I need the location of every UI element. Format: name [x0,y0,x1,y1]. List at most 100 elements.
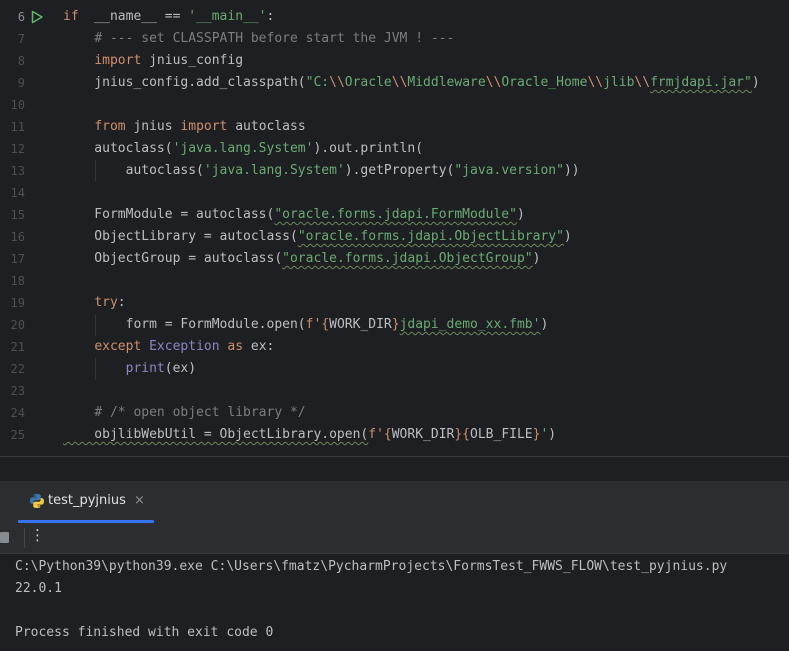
line-number: 6 [17,10,25,24]
line-number: 19 [10,296,25,310]
code-token: FormModule = autoclass( [63,207,275,222]
code-text: objlibWebUtil = ObjectLibrary.open(f'{WO… [63,424,556,446]
code-token: )) [563,163,580,178]
code-token: autoclass( [63,163,204,178]
code-token: \\ [329,75,345,90]
code-line: 6 if __name__ == '__main__': [0,6,789,28]
code-token: # --- set CLASSPATH before start the JVM… [94,31,455,46]
code-token: Oracle [344,75,392,90]
code-token: \\ [634,75,651,90]
code-token: ) [563,229,572,244]
code-text: ObjectGroup = autoclass("oracle.forms.jd… [63,248,540,270]
code-token: ) [548,427,557,442]
line-number: 9 [17,76,25,90]
code-line: 9 jnius_config.add_classpath("C:\\Oracle… [0,72,789,94]
code-editor[interactable]: 6 if __name__ == '__main__': 7 # --- set C… [0,0,789,456]
console-line: 22.0.1 [15,581,62,596]
code-token: : [266,9,275,24]
code-line: 15 FormModule = autoclass("oracle.forms.… [0,204,789,226]
code-token: { [321,317,330,332]
code-token: ) [751,75,760,90]
indent-guide [95,160,96,182]
code-token: jnius [125,119,181,134]
tab-label: test_pyjnius [48,493,126,508]
code-token: "oracle.forms.jdapi.ObjectGroup" [282,251,533,266]
code-line: 25 objlibWebUtil = ObjectLibrary.open(f'… [0,424,789,446]
code-text: autoclass('java.lang.System').out.printl… [63,138,423,160]
line-number: 10 [10,98,25,112]
line-number: 8 [17,54,25,68]
code-line: 17 ObjectGroup = autoclass("oracle.forms… [0,248,789,270]
code-token: : [117,295,126,310]
code-text: ObjectLibrary = autoclass("oracle.forms.… [63,226,572,248]
console-line: C:\Python39\python39.exe C:\Users\fmatz\… [15,559,728,574]
code-token: \\ [485,75,502,90]
code-text: except Exception as ex: [63,336,274,358]
code-line: 23 [0,380,789,402]
run-toolbar: ⋮ [0,523,789,553]
code-token: (ex) [164,361,197,376]
line-number: 18 [10,274,25,288]
code-text: # --- set CLASSPATH before start the JVM… [63,28,454,50]
code-line: 8 import jnius_config [0,50,789,72]
code-token: ).getProperty( [344,163,455,178]
stop-icon[interactable] [0,532,9,543]
line-number: 13 [10,164,25,178]
code-token: ).out.println( [313,141,424,156]
code-token: { [383,427,392,442]
code-token: jlib [603,75,635,90]
code-text: from jnius import autoclass [63,116,305,138]
code-token: as [227,339,244,354]
line-number: 17 [10,252,25,266]
code-line: 7 # --- set CLASSPATH before start the J… [0,28,789,50]
code-line: 22 print(ex) [0,358,789,380]
code-text: FormModule = autoclass("oracle.forms.jda… [63,204,525,226]
code-token: ObjectGroup = autoclass( [63,251,283,266]
line-number: 25 [10,428,25,442]
code-token: print [125,361,165,376]
line-number: 21 [10,340,25,354]
code-token: '__main__' [188,9,267,24]
line-number: 15 [10,208,25,222]
close-icon[interactable]: × [134,493,145,508]
code-token: \\ [391,75,408,90]
code-line: 18 [0,270,789,292]
code-text: try: [63,292,126,314]
code-token: import [94,53,142,68]
line-number: 14 [10,186,25,200]
console-output[interactable]: C:\Python39\python39.exe C:\Users\fmatz\… [0,554,789,651]
run-tool-window: test_pyjnius × ⋮ C:\Python39\python39.ex… [0,456,789,651]
code-line: 19 try: [0,292,789,314]
code-token: WORK_DIR [391,427,455,442]
line-number: 7 [17,32,25,46]
code-token: Oracle_Home [501,75,588,90]
code-token: autoclass( [63,141,173,156]
code-token: if [63,9,79,24]
code-token: __name__ == [78,9,189,24]
code-token: Exception [149,339,220,354]
code-line: 14 [0,182,789,204]
tool-window-border [0,456,789,457]
code-token: ) [516,207,525,222]
run-gutter-icon[interactable] [30,10,44,24]
code-text: if __name__ == '__main__': [63,6,274,28]
more-options-icon[interactable]: ⋮ [30,526,45,544]
code-token: } [391,317,400,332]
indent-guide [95,358,96,380]
indent-guide [95,314,96,336]
code-token: jnius_config.add_classpath( [63,75,306,90]
code-token: \\ [587,75,604,90]
code-token: 'java.lang.System' [172,141,314,156]
python-icon [30,494,44,508]
code-token: # /* open object library */ [94,405,306,420]
line-number: 12 [10,142,25,156]
tab-test-pyjnius[interactable]: test_pyjnius × [18,481,154,523]
code-line: 12 autoclass('java.lang.System').out.pri… [0,138,789,160]
console-line: Process finished with exit code 0 [15,625,274,640]
line-number: 23 [10,384,25,398]
